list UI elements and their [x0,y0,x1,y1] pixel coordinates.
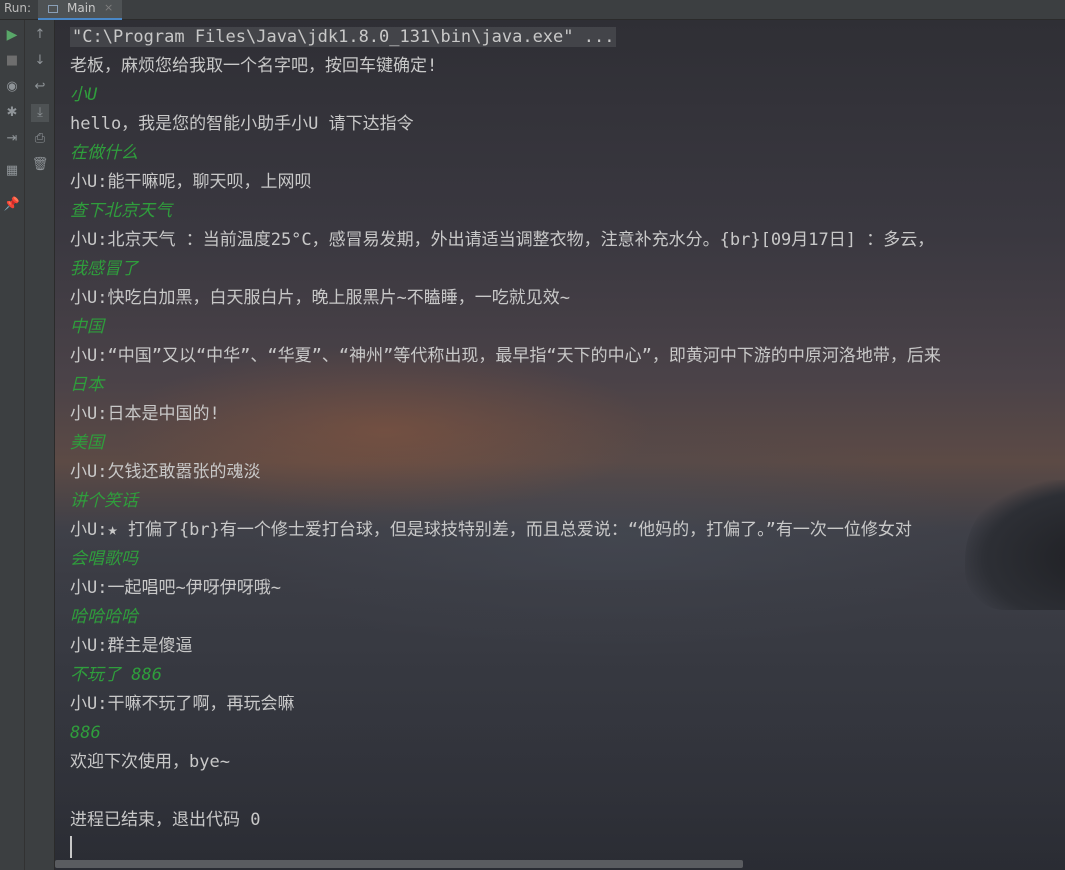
console-input-line: 中国 [70,313,1065,342]
console-input-line: 不玩了 886 [70,661,1065,690]
console-output-line: 小U:“中国”又以“中华”、“华夏”、“神州”等代称出现，最早指“天下的中心”，… [70,342,1065,371]
console-line-text: 小U:欠钱还敢嚣张的魂淡 [70,462,261,482]
console-line-text: 欢迎下次使用，bye~ [70,752,230,772]
console-line-text: 不玩了 886 [70,665,162,685]
console-output-line: 小U:一起唱吧~伊呀伊呀哦~ [70,574,1065,603]
close-tab-icon[interactable]: × [104,1,113,14]
console-input-line: 日本 [70,371,1065,400]
console-output-line: 小U:快吃白加黑，白天服白片，晚上服黑片~不瞌睡，一吃就见效~ [70,284,1065,313]
console-output-line: 小U:能干嘛呢，聊天呗，上网呗 [70,168,1065,197]
application-icon [48,5,58,13]
soft-wrap-icon[interactable]: ↩ [31,78,49,96]
run-tool-window-header: Run: Main × [0,0,1065,20]
console-input-line: 我感冒了 [70,255,1065,284]
print-icon[interactable]: ⎙ [31,130,49,148]
console-output-line: 小U:欠钱还敢嚣张的魂淡 [70,458,1065,487]
console-line-text: 日本 [70,375,104,395]
console-output-line: 进程已结束，退出代码 0 [70,806,1065,835]
console-output-line: 小U:日本是中国的! [70,400,1065,429]
console-input-line: 小U [70,81,1065,110]
console-input-line: 讲个笑话 [70,487,1065,516]
console-line-text: 小U:日本是中国的! [70,404,220,424]
stop-icon[interactable]: ■ [3,52,21,70]
console-command-line: "C:\Program Files\Java\jdk1.8.0_131\bin\… [70,23,1065,52]
console-line-text: 老板，麻烦您给我取一个名字吧，按回车键确定! [70,56,438,76]
run-actions-toolbar: ▶ ■ ◉ ✱ ⇥ ▦ 📌 [0,20,25,870]
console-line-text: 我感冒了 [70,259,138,279]
console-output-line: 小U:★ 打偏了{br}有一个修士爱打台球，但是球技特别差，而且总爱说：“他妈的… [70,516,1065,545]
tab-main-label: Main [67,1,96,15]
horizontal-scrollbar[interactable] [55,860,743,868]
console-output-line: 小U:干嘛不玩了啊，再玩会嘛 [70,690,1065,719]
text-caret [70,836,72,858]
pin-icon[interactable]: 📌 [3,196,21,214]
console-output-line: 老板，麻烦您给我取一个名字吧，按回车键确定! [70,52,1065,81]
console-line-text: 哈哈哈哈 [70,607,138,627]
exit-icon[interactable]: ⇥ [3,130,21,148]
layout-icon[interactable]: ▦ [3,162,21,180]
console-line-text: 小U:★ 打偏了{br}有一个修士爱打台球，但是球技特别差，而且总爱说：“他妈的… [70,520,912,540]
console-input-line: 哈哈哈哈 [70,603,1065,632]
camera-snapshot-icon[interactable]: ◉ [3,78,21,96]
console-line-text: 中国 [70,317,104,337]
console-line-text: 小U:“中国”又以“中华”、“华夏”、“神州”等代称出现，最早指“天下的中心”，… [70,346,941,366]
down-arrow-icon[interactable]: ↓ [31,52,49,70]
console-line-text: 美国 [70,433,104,453]
console-output-line: 小U:北京天气 ：当前温度25°C，感冒易发期，外出请适当调整衣物，注意补充水分… [70,226,1065,255]
run-label: Run: [4,1,32,15]
console-line-text: 进程已结束，退出代码 0 [70,810,261,830]
console-line-text: 小U [70,85,98,105]
console-input-line: 在做什么 [70,139,1065,168]
console-line-text: 查下北京天气 [70,201,172,221]
console-lines: "C:\Program Files\Java\jdk1.8.0_131\bin\… [70,23,1065,835]
rerun-icon[interactable]: ▶ [3,26,21,44]
console-output-line: 欢迎下次使用，bye~ [70,748,1065,777]
console-input-line: 会唱歌吗 [70,545,1065,574]
console-output-line: hello，我是您的智能小助手小U 请下达指令 [70,110,1065,139]
debug-bug-icon[interactable]: ✱ [3,104,21,122]
console-line-text: 会唱歌吗 [70,549,138,569]
console-output[interactable]: "C:\Program Files\Java\jdk1.8.0_131\bin\… [55,20,1065,870]
console-line-text: 小U:一起唱吧~伊呀伊呀哦~ [70,578,281,598]
console-output-line: 小U:群主是傻逼 [70,632,1065,661]
console-line-text: "C:\Program Files\Java\jdk1.8.0_131\bin\… [70,27,617,47]
console-line-text: 小U:快吃白加黑，白天服白片，晚上服黑片~不瞌睡，一吃就见效~ [70,288,570,308]
clear-all-icon[interactable]: 🗑 [31,156,49,174]
console-input-line: 美国 [70,429,1065,458]
console-line-text: 在做什么 [70,143,138,163]
console-line-text: 讲个笑话 [70,491,138,511]
console-line-text: 886 [70,723,101,743]
console-line-text: 小U:北京天气 ：当前温度25°C，感冒易发期，外出请适当调整衣物，注意补充水分… [70,230,935,250]
console-actions-toolbar: ↑ ↓ ↩ ⤓ ⎙ 🗑 [25,20,55,870]
console-line-text: 小U:能干嘛呢，聊天呗，上网呗 [70,172,312,192]
console-line-text: 小U:干嘛不玩了啊，再玩会嘛 [70,694,295,714]
console-input-line: 查下北京天气 [70,197,1065,226]
console-input-line: 886 [70,719,1065,748]
console-line-text: hello，我是您的智能小助手小U 请下达指令 [70,114,414,134]
up-arrow-icon[interactable]: ↑ [31,26,49,44]
scroll-to-end-icon[interactable]: ⤓ [31,104,49,122]
console-line-text: 小U:群主是傻逼 [70,636,193,656]
